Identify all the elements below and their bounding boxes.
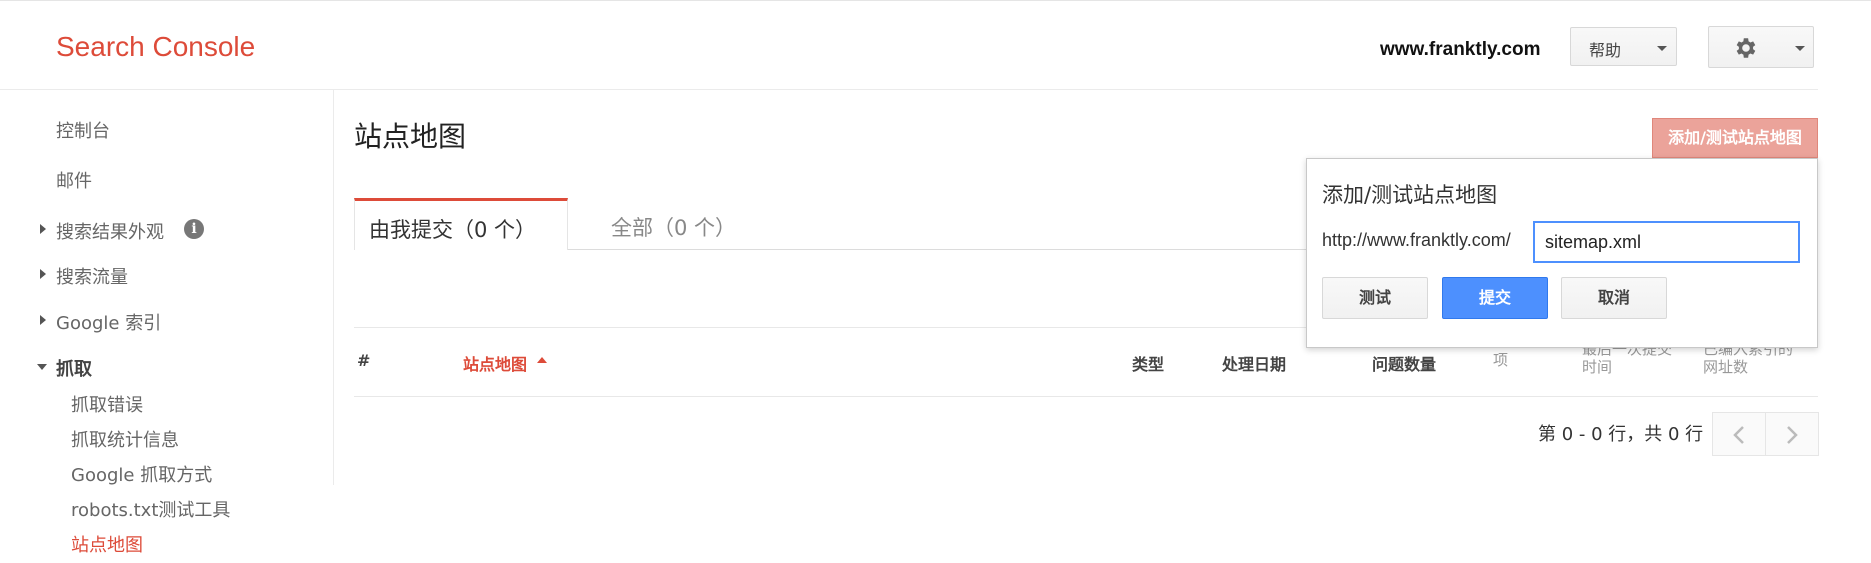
- column-processed-date[interactable]: 处理日期: [1222, 351, 1286, 375]
- column-items[interactable]: 项: [1493, 351, 1508, 369]
- collapse-arrow-icon: [37, 364, 47, 370]
- sidebar-item-robots-tester[interactable]: robots.txt测试工具: [71, 496, 230, 522]
- prev-page-button[interactable]: [1712, 412, 1766, 456]
- help-button-label: 帮助: [1589, 41, 1622, 60]
- sort-ascending-icon: [537, 357, 547, 363]
- add-test-sitemap-button[interactable]: 添加/测试站点地图: [1652, 118, 1818, 158]
- expand-arrow-icon: [40, 224, 46, 234]
- table-header-bottom-border: [354, 396, 1818, 397]
- info-icon[interactable]: i: [184, 219, 204, 239]
- tab-label: 由我提交（0 个）: [369, 218, 537, 242]
- submit-button[interactable]: 提交: [1442, 277, 1548, 319]
- column-last-submitted-line2: 时间: [1582, 358, 1613, 376]
- popup-title: 添加/测试站点地图: [1322, 183, 1498, 207]
- header-divider: [0, 89, 1818, 90]
- settings-button[interactable]: [1708, 26, 1814, 68]
- sidebar-item-sitemaps[interactable]: 站点地图: [71, 531, 143, 557]
- tab-underline: [568, 249, 1308, 250]
- page-title: 站点地图: [354, 120, 467, 153]
- column-number: #: [357, 351, 371, 370]
- sidebar-item-crawl-errors[interactable]: 抓取错误: [71, 391, 143, 417]
- site-selector[interactable]: www.franktly.com: [1380, 39, 1540, 61]
- sidebar-item-fetch-as-google[interactable]: Google 抓取方式: [71, 461, 212, 487]
- settings-gear-icon: [1736, 38, 1756, 58]
- sitemap-path-input[interactable]: [1533, 221, 1800, 263]
- app-logo[interactable]: Search Console: [56, 31, 255, 63]
- tab-submitted-by-me[interactable]: 由我提交（0 个）: [354, 198, 568, 250]
- dropdown-caret-icon: [1657, 46, 1667, 51]
- sidebar-item-search-traffic[interactable]: 搜索流量: [56, 263, 128, 289]
- sidebar-item-messages[interactable]: 邮件: [56, 167, 92, 193]
- tab-all[interactable]: 全部（0 个）: [611, 212, 736, 242]
- chevron-right-icon: [1787, 426, 1798, 444]
- sidebar-item-google-index[interactable]: Google 索引: [56, 309, 161, 335]
- help-button[interactable]: 帮助: [1570, 27, 1677, 66]
- test-button[interactable]: 测试: [1322, 277, 1428, 319]
- pagination-summary: 第 0 - 0 行，共 0 行: [1538, 424, 1704, 445]
- column-issues[interactable]: 问题数量: [1372, 351, 1436, 375]
- expand-arrow-icon: [40, 315, 46, 325]
- sidebar-item-dashboard[interactable]: 控制台: [56, 117, 110, 143]
- sitemap-url-prefix: http://www.franktly.com/: [1322, 230, 1511, 250]
- cancel-button[interactable]: 取消: [1561, 277, 1667, 319]
- chevron-left-icon: [1733, 426, 1744, 444]
- expand-arrow-icon: [40, 269, 46, 279]
- sidebar-divider: [333, 90, 334, 485]
- column-type[interactable]: 类型: [1132, 351, 1164, 375]
- sidebar-item-search-appearance[interactable]: 搜索结果外观: [56, 218, 164, 244]
- sidebar-item-crawl[interactable]: 抓取: [56, 355, 92, 381]
- dropdown-caret-icon: [1795, 46, 1805, 51]
- add-sitemap-popup: 添加/测试站点地图 http://www.franktly.com/ 测试 提交…: [1306, 158, 1818, 348]
- sidebar-item-crawl-stats[interactable]: 抓取统计信息: [71, 426, 179, 452]
- next-page-button[interactable]: [1765, 412, 1819, 456]
- column-sitemap[interactable]: 站点地图: [463, 351, 527, 375]
- column-indexed-line2: 网址数: [1703, 358, 1749, 376]
- header: Search Console www.franktly.com 帮助: [0, 1, 1871, 90]
